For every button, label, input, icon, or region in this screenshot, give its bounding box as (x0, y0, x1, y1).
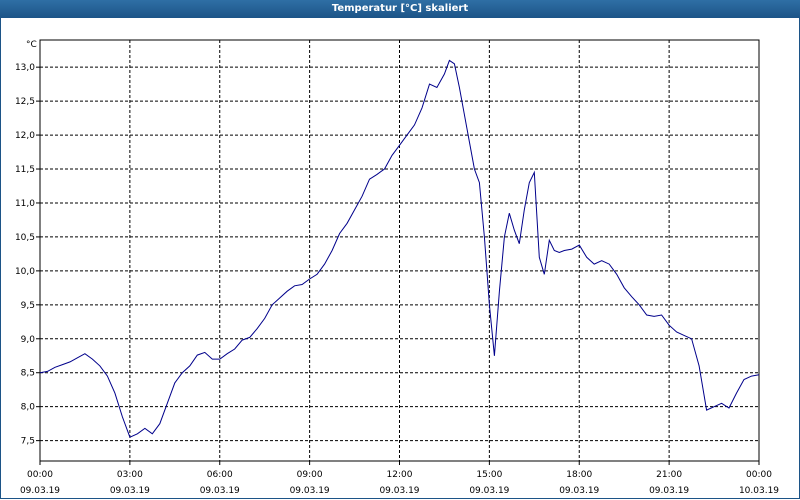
y-tick-label: 8,0 (21, 403, 36, 413)
y-axis-ticks: 7,5 8,0 8,5 9,0 9,5 10,0 10,5 11,0 11,5 12,0 12,5 1… (15, 63, 40, 447)
y-tick-label: 11,0 (15, 199, 35, 209)
x-tick-date-label: 09.03.19 (379, 486, 419, 496)
y-tick-label: 10,0 (15, 267, 35, 277)
y-tick-label: 9,5 (21, 301, 35, 311)
x-tick-time-label: 00:00 (746, 470, 772, 480)
x-tick-time-label: 06:00 (207, 470, 233, 480)
x-tick-time-label: 03:00 (117, 470, 143, 480)
y-tick-label: 9,0 (21, 335, 36, 345)
y-axis-label: °C (26, 40, 37, 50)
x-tick-time-label: 21:00 (656, 470, 682, 480)
y-tick-label: 11,5 (15, 165, 35, 175)
temperature-chart: 7,5 8,0 8,5 9,0 9,5 10,0 10,5 11,0 11,5 12,0 12,5 1… (15, 39, 779, 496)
x-tick-date-label: 09.03.19 (20, 486, 60, 496)
y-tick-label: 12,0 (15, 131, 35, 141)
y-tick-label: 12,5 (15, 97, 35, 107)
x-tick-date-label: 09.03.19 (469, 486, 509, 496)
x-tick-time-label: 15:00 (476, 470, 502, 480)
x-tick-date-label: 09.03.19 (110, 486, 150, 496)
x-axis-ticks: 00:00 09.03.19 03:00 09.03.19 06:00 09.03.19 0… (20, 461, 779, 496)
y-tick-label: 10,5 (15, 233, 35, 243)
y-tick-label: 7,5 (21, 437, 35, 447)
x-tick-time-label: 09:00 (297, 470, 323, 480)
x-tick-date-label: 09.03.19 (290, 486, 330, 496)
x-tick-date-label: 09.03.19 (559, 486, 599, 496)
x-tick-time-label: 00:00 (27, 470, 53, 480)
x-tick-date-label: 10.03.19 (739, 486, 779, 496)
x-tick-date-label: 09.03.19 (649, 486, 689, 496)
y-tick-label: 13,0 (15, 63, 35, 73)
x-tick-date-label: 09.03.19 (200, 486, 240, 496)
y-tick-label: 8,5 (21, 369, 35, 379)
x-tick-time-label: 18:00 (566, 470, 592, 480)
x-tick-time-label: 12:00 (387, 470, 413, 480)
